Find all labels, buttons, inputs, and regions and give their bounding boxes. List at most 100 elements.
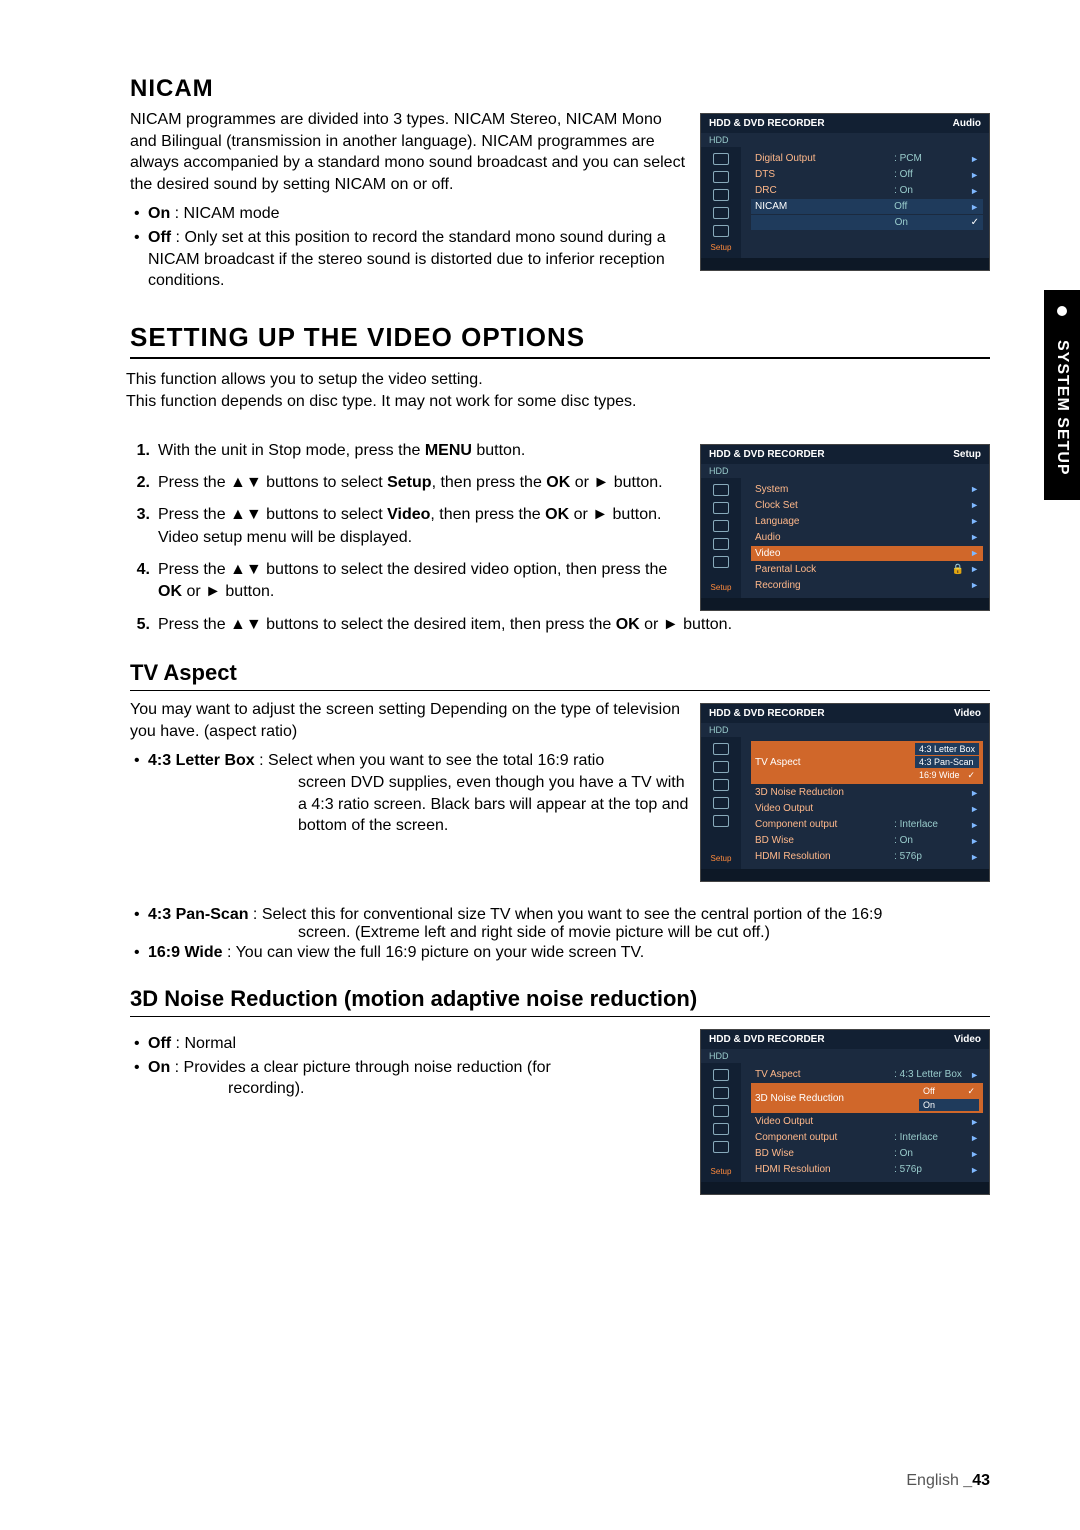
- osd-title: HDD & DVD RECORDER: [709, 1034, 825, 1045]
- osd-hdd: HDD: [701, 464, 989, 478]
- arrow-right-icon: ►: [970, 804, 979, 814]
- panscan-desc: screen. (Extreme left and right side of …: [298, 924, 990, 942]
- osd-icon: [713, 556, 729, 568]
- osd-icon: [713, 484, 729, 496]
- osd-row[interactable]: Component output: Interlace►: [751, 1130, 983, 1145]
- osd-row[interactable]: Component output: Interlace►: [751, 817, 983, 832]
- arrow-right-icon: ►: [970, 1165, 979, 1175]
- osd-row[interactable]: Video Output►: [751, 801, 983, 816]
- osd-row-label: Digital Output: [755, 153, 894, 164]
- osd-row-value: : On: [894, 185, 970, 196]
- osd-icon: [713, 743, 729, 755]
- osd-row[interactable]: Recording►: [751, 578, 983, 593]
- osd-icon: [713, 1123, 729, 1135]
- arrow-right-icon: ►: [970, 1133, 979, 1143]
- osd-row-label: HDMI Resolution: [755, 851, 894, 862]
- lock-icon: 🔒: [952, 564, 964, 575]
- osd-setup-label: Setup: [711, 1167, 732, 1176]
- osd-row[interactable]: 3D Noise ReductionOff ✓On: [751, 1083, 983, 1113]
- osd-row-label: Component output: [755, 819, 894, 830]
- noise-off-desc: : Normal: [171, 1035, 236, 1052]
- osd-sidebar: Setup: [701, 478, 741, 598]
- footer-page: _43: [963, 1472, 990, 1489]
- step-2: 2.Press the ▲▼ buttons to select Setup, …: [130, 472, 690, 494]
- osd-row-label: Video Output: [755, 1116, 970, 1127]
- osd-icon: [713, 797, 729, 809]
- osd-option[interactable]: Off ✓: [919, 1085, 979, 1098]
- osd-row[interactable]: Parental Lock🔒►: [751, 562, 983, 577]
- tv-aspect-intro: You may want to adjust the screen settin…: [130, 699, 690, 742]
- osd-row-label: DRC: [755, 185, 894, 196]
- side-tab-dot: [1057, 306, 1067, 316]
- osd-section: Video: [954, 1034, 981, 1045]
- osd-row[interactable]: Audio►: [751, 530, 983, 545]
- osd-row-label: Audio: [755, 532, 970, 543]
- osd-row-label: BD Wise: [755, 1148, 894, 1159]
- arrow-right-icon: ►: [970, 484, 979, 494]
- osd-option[interactable]: 4:3 Pan-Scan: [915, 756, 979, 768]
- osd-row[interactable]: HDMI Resolution: 576p►: [751, 849, 983, 864]
- osd-row[interactable]: BD Wise: On►: [751, 833, 983, 848]
- osd-row-label: Parental Lock: [755, 564, 952, 575]
- osd-video-aspect: HDD & DVD RECORDERVideo HDD Setup TV Asp…: [700, 703, 990, 882]
- osd-row[interactable]: On✓: [751, 215, 983, 230]
- osd-row[interactable]: TV Aspect4:3 Letter Box4:3 Pan-Scan16:9 …: [751, 741, 983, 784]
- arrow-right-icon: ►: [970, 836, 979, 846]
- video-intro-1: This function allows you to setup the vi…: [126, 369, 990, 391]
- osd-row[interactable]: Language►: [751, 514, 983, 529]
- osd-row-label: BD Wise: [755, 835, 894, 846]
- osd-option[interactable]: 16:9 Wide ✓: [915, 769, 979, 782]
- letterbox-bullet: 4:3 Letter Box : Select when you want to…: [130, 750, 690, 836]
- arrow-right-icon: ►: [970, 516, 979, 526]
- osd-row-value: : 4:3 Letter Box: [894, 1069, 970, 1080]
- osd-icon: [713, 538, 729, 550]
- osd-row[interactable]: System►: [751, 482, 983, 497]
- osd-setup: HDD & DVD RECORDERSetup HDD Setup System…: [700, 444, 990, 611]
- wide-label: 16:9 Wide: [148, 944, 223, 961]
- osd-row[interactable]: BD Wise: On►: [751, 1146, 983, 1161]
- noise-off-bullet: Off : Normal: [130, 1033, 690, 1055]
- osd-option[interactable]: On: [919, 1099, 979, 1111]
- osd-icon: [713, 520, 729, 532]
- arrow-right-icon: ►: [970, 1070, 979, 1080]
- arrow-right-icon: ►: [970, 580, 979, 590]
- osd-row[interactable]: 3D Noise Reduction►: [751, 785, 983, 800]
- arrow-right-icon: ►: [970, 1149, 979, 1159]
- osd-hdd: HDD: [701, 1049, 989, 1063]
- osd-row[interactable]: HDMI Resolution: 576p►: [751, 1162, 983, 1177]
- osd-row-label: Language: [755, 516, 970, 527]
- arrow-right-icon: ►: [970, 500, 979, 510]
- video-intro-2: This function depends on disc type. It m…: [126, 391, 990, 413]
- osd-option[interactable]: 4:3 Letter Box: [915, 743, 979, 755]
- osd-row[interactable]: Video Output►: [751, 1114, 983, 1129]
- osd-row[interactable]: Clock Set►: [751, 498, 983, 513]
- osd-row[interactable]: Digital Output: PCM►: [751, 151, 983, 166]
- off-desc: : Only set at this position to record th…: [148, 229, 666, 289]
- video-options-heading: SETTING UP THE VIDEO OPTIONS: [130, 322, 990, 359]
- step-1: 1.With the unit in Stop mode, press the …: [130, 440, 690, 462]
- osd-row[interactable]: NICAMOff►: [751, 199, 983, 214]
- arrow-right-icon: ►: [970, 532, 979, 542]
- osd-row[interactable]: Video►: [751, 546, 983, 561]
- osd-section: Video: [954, 708, 981, 719]
- osd-row-label: Recording: [755, 580, 970, 591]
- osd-row[interactable]: TV Aspect: 4:3 Letter Box►: [751, 1067, 983, 1082]
- osd-icon: [713, 815, 729, 827]
- osd-row[interactable]: DTS: Off►: [751, 167, 983, 182]
- osd-row-value: : On: [894, 835, 970, 846]
- on-label: On: [148, 205, 170, 222]
- osd-row-label: Clock Set: [755, 500, 970, 511]
- page-footer: English _43: [906, 1472, 990, 1490]
- osd-title: HDD & DVD RECORDER: [709, 118, 825, 129]
- osd-list: TV Aspect4:3 Letter Box4:3 Pan-Scan16:9 …: [741, 737, 989, 869]
- step-5: 5.Press the ▲▼ buttons to select the des…: [130, 614, 990, 636]
- noise-heading: 3D Noise Reduction (motion adaptive nois…: [130, 986, 990, 1017]
- noise-on-desc2: recording).: [228, 1078, 690, 1100]
- osd-sidebar: Setup: [701, 737, 741, 869]
- osd-row[interactable]: DRC: On►: [751, 183, 983, 198]
- arrow-right-icon: ►: [970, 852, 979, 862]
- panscan-bullet: 4:3 Pan-Scan : Select this for conventio…: [130, 906, 990, 942]
- arrow-right-icon: ►: [970, 202, 979, 212]
- arrow-right-icon: ►: [970, 548, 979, 558]
- noise-off-label: Off: [148, 1035, 171, 1052]
